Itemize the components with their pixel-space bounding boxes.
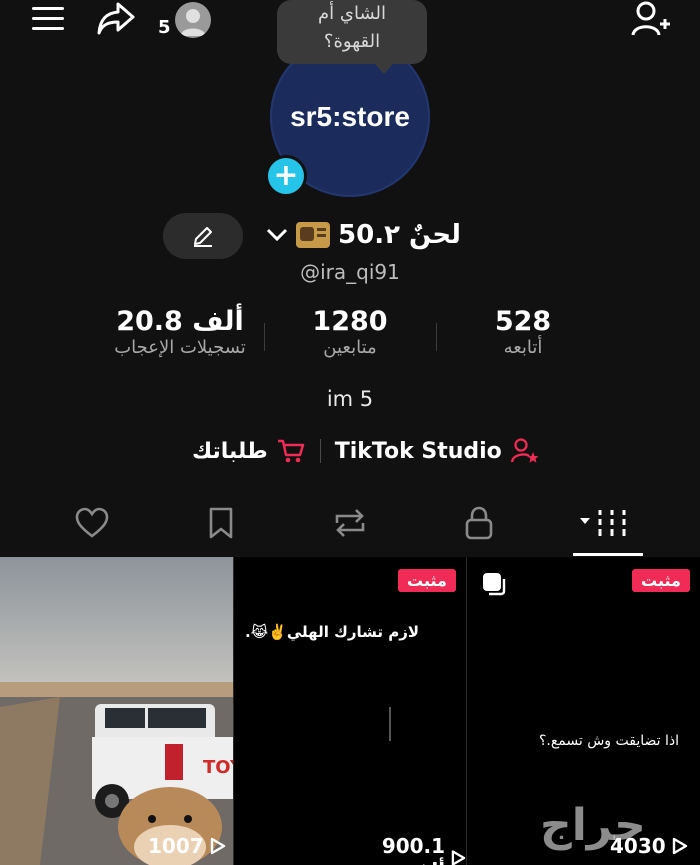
status-bubble[interactable]: الشاي أم القهوة؟: [277, 0, 427, 64]
display-name: لحنٌ ٢‏.50: [338, 220, 461, 250]
followers-count: 1280: [312, 306, 388, 337]
edit-profile-button[interactable]: [163, 213, 243, 259]
links-divider: [319, 439, 321, 463]
views-count: 1007: [148, 834, 204, 858]
tiktok-studio-link[interactable]: TikTok Studio: [335, 437, 540, 465]
stat-followers[interactable]: 1280 متابعين: [280, 306, 420, 358]
pinned-badge: مثبت: [398, 569, 456, 592]
video-caption: لازم تشارك الهلي✌️😹.: [244, 623, 419, 641]
views-count: 900.1 ألف: [381, 834, 446, 865]
pencil-icon: [194, 227, 212, 247]
watermark-logo: حراج: [540, 800, 646, 851]
video-views: 1007: [148, 834, 226, 858]
stat-likes[interactable]: 20.8 ألف تسجيلات الإعجاب: [90, 306, 270, 358]
video-grid-icon: [579, 510, 625, 536]
status-bubble-line2: القهوة؟: [323, 31, 381, 52]
add-avatar-button[interactable]: +: [265, 155, 307, 197]
lock-icon: [465, 506, 492, 540]
bio-text: im 5: [326, 387, 374, 411]
video-thumbnail[interactable]: مثبت لازم تشارك الهلي✌️😹. 900.1 ألف: [234, 557, 466, 865]
studio-user-star-icon: [510, 438, 539, 463]
tab-videos[interactable]: [543, 499, 672, 547]
stats-divider: [436, 323, 437, 351]
orders-link[interactable]: طلباتك: [192, 437, 306, 465]
username: @ira_qi91: [300, 260, 400, 284]
tiktok-studio-label: TikTok Studio: [334, 438, 502, 464]
active-tab-underline: [573, 553, 643, 556]
followers-label: متابعين: [323, 337, 377, 358]
radio-emoji-icon: [296, 222, 330, 248]
tab-reposts[interactable]: [285, 499, 414, 547]
tab-favorites[interactable]: [156, 499, 285, 547]
repost-icon: [335, 509, 364, 537]
status-bubble-line1: الشاي أم: [318, 3, 386, 24]
friends-avatar: [174, 2, 211, 38]
stat-following[interactable]: 528 أتابعه: [460, 306, 586, 358]
add-friend-icon[interactable]: [630, 0, 672, 38]
avatar-text: sr5:store: [290, 101, 410, 132]
chevron-down-icon: [266, 228, 288, 242]
tab-liked[interactable]: [27, 499, 156, 547]
share-icon[interactable]: [96, 0, 136, 38]
video-views: 900.1 ألف: [344, 834, 466, 865]
profile-tabs: [27, 499, 672, 547]
stats-divider: [264, 323, 265, 351]
bookmark-icon: [209, 507, 232, 539]
play-icon: [672, 837, 687, 855]
cart-icon: [277, 439, 304, 463]
carousel-icon: [481, 571, 507, 601]
display-name-row[interactable]: لحنٌ ٢‏.50: [266, 220, 461, 250]
tab-private[interactable]: [414, 499, 543, 547]
following-count: 528: [494, 306, 552, 337]
likes-count: 20.8 ألف: [116, 306, 244, 337]
friends-count: 5: [158, 16, 171, 38]
heart-icon: [75, 507, 108, 538]
video-thumbnail[interactable]: TOY 1007: [0, 557, 233, 865]
video-caption: اذا تضايقت وش تسمع.؟: [538, 733, 679, 749]
truck-photo: [0, 557, 233, 865]
following-label: أتابعه: [503, 337, 543, 358]
orders-label: طلباتك: [192, 438, 268, 464]
car-plate-text: TOY: [203, 757, 233, 778]
menu-icon[interactable]: [30, 4, 66, 34]
status-bubble-tail: [375, 64, 393, 74]
play-icon: [210, 837, 225, 855]
play-icon: [451, 850, 466, 865]
caption-cursor: [389, 707, 391, 741]
likes-label: تسجيلات الإعجاب: [114, 337, 246, 358]
pinned-badge: مثبت: [632, 569, 690, 592]
friends-button[interactable]: 5: [158, 2, 211, 38]
profile-links: طلباتك TikTok Studio: [192, 437, 540, 465]
